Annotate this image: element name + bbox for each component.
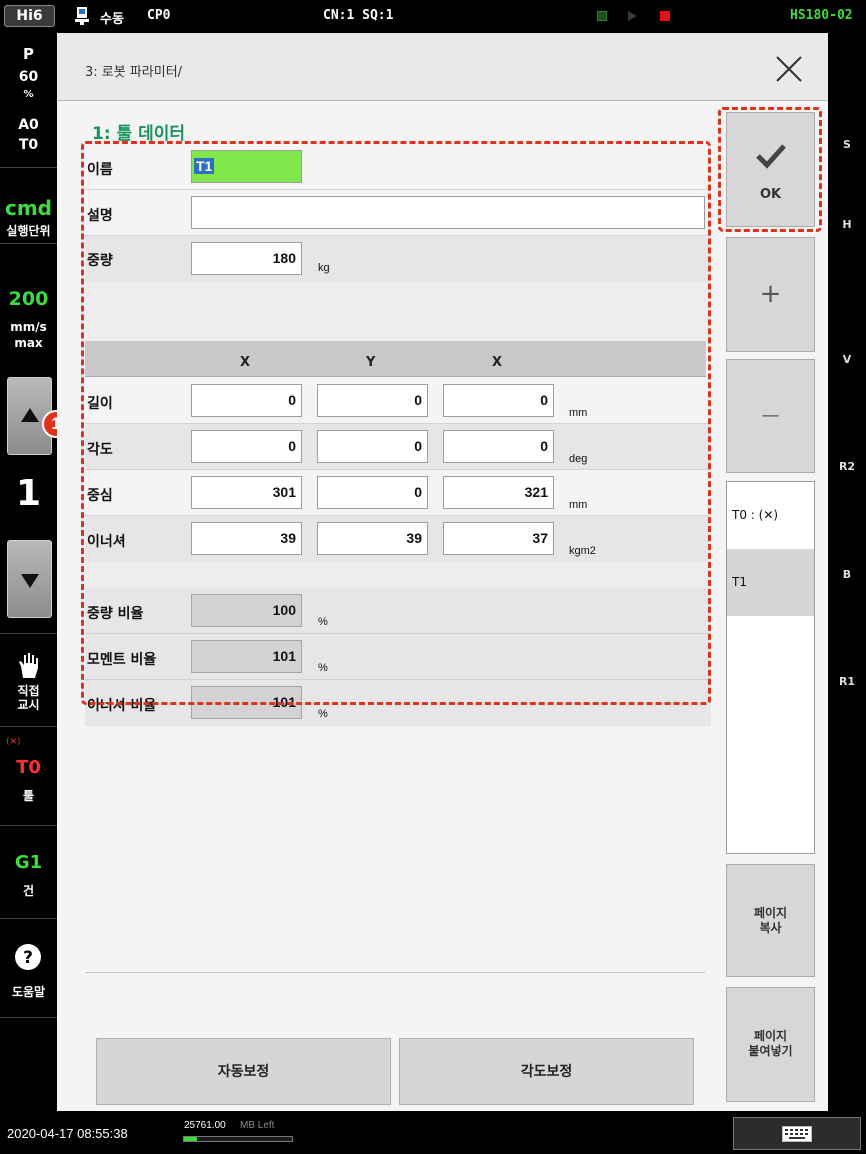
- page-paste-button[interactable]: 페이지 붙여넣기: [726, 987, 815, 1102]
- help-button[interactable]: ? 도움말: [0, 919, 57, 1017]
- run-lamp-icon: [597, 11, 607, 21]
- tool-data-dialog: 3: 로봇 파라미터/ 1: 툴 데이터 이름 T1 설명 중량 180 kg …: [57, 33, 856, 1111]
- disk-unit: MB Left: [240, 1120, 275, 1131]
- cn-sq-text: CN:1 SQ:1: [323, 8, 394, 23]
- bottom-status-bar: 2020-04-17 08:55:38 25761.00 MB Left: [0, 1111, 866, 1154]
- add-button[interactable]: +: [726, 237, 815, 352]
- svg-text:?: ?: [23, 948, 33, 968]
- speed-p: P: [23, 45, 34, 63]
- tool-list-item-t0[interactable]: T0 : (✕): [727, 482, 814, 549]
- robot-model: HS180-02: [790, 8, 853, 23]
- dialog-header: 3: 로봇 파라미터/: [57, 33, 828, 101]
- right-axis-rail: S H V R2 B R1: [828, 33, 866, 1121]
- hand-icon: [19, 653, 38, 678]
- auto-calibrate-button[interactable]: 자동보정: [96, 1038, 391, 1105]
- speed-percent-value: 60: [18, 69, 39, 85]
- tool-code: T0: [16, 757, 41, 778]
- cmd-label: cmd: [4, 196, 52, 220]
- status-bar: Hi6 수동 CP0 CN:1 SQ:1 HS180-02: [0, 0, 866, 33]
- gun-code: G1: [14, 852, 43, 873]
- keyboard-button[interactable]: [733, 1117, 861, 1150]
- tool-marker: (✕): [6, 737, 21, 747]
- help-label: 도움말: [11, 985, 46, 999]
- axis-r2[interactable]: R2: [828, 460, 866, 473]
- annotation-box-1: [81, 141, 711, 705]
- annotation-box-2: [718, 107, 822, 232]
- cmd-button[interactable]: cmd 실행단위: [0, 168, 57, 243]
- divider: [85, 972, 705, 973]
- teach-pendant-icon: [75, 7, 89, 25]
- tool-list-item-t1[interactable]: T1: [727, 549, 814, 616]
- gun-button[interactable]: G1 건: [0, 826, 57, 918]
- axis-v[interactable]: V: [828, 353, 866, 366]
- speed-percent-unit: %: [23, 89, 34, 100]
- mode-text: 수동: [100, 12, 124, 27]
- direct-teach-label: 직접 교시: [17, 684, 40, 712]
- keyboard-icon: [782, 1126, 812, 1142]
- step-down-button[interactable]: [7, 540, 52, 618]
- speed-unit: mm/s: [10, 320, 47, 334]
- stop-lamp-icon: [660, 11, 670, 21]
- axis-b[interactable]: B: [828, 568, 866, 581]
- tool-label: 툴: [22, 789, 35, 803]
- a0-label: A0: [18, 117, 39, 133]
- breadcrumb: 3: 로봇 파라미터/: [85, 65, 183, 80]
- gun-label: 건: [22, 884, 35, 898]
- play-icon: [628, 11, 637, 21]
- disk-free: 25761.00: [184, 1120, 226, 1131]
- remove-button[interactable]: —: [726, 359, 815, 473]
- help-icon: ?: [15, 944, 41, 970]
- left-rail: P 60 % A0 T0 cmd 실행단위 200 mm/s max 1 직접 …: [0, 33, 70, 1121]
- close-icon[interactable]: [771, 51, 807, 87]
- cp-text: CP0: [147, 8, 171, 23]
- step-number: 1: [15, 473, 42, 514]
- disk-usage-bar: [183, 1136, 293, 1142]
- speed-max: max: [14, 336, 43, 350]
- t0-label: T0: [18, 137, 39, 153]
- disk-usage-fill: [184, 1137, 197, 1141]
- speed-button[interactable]: 200 mm/s max: [0, 244, 57, 364]
- cmd-sub-label: 실행단위: [6, 224, 51, 238]
- tool-list[interactable]: T0 : (✕) T1: [726, 481, 815, 854]
- inertia-ratio-unit: %: [318, 708, 328, 720]
- speed-value: 200: [8, 288, 49, 310]
- axis-h[interactable]: H: [828, 218, 866, 231]
- axis-s[interactable]: S: [828, 138, 866, 151]
- tool-button[interactable]: (✕) T0 툴: [0, 727, 57, 825]
- datetime: 2020-04-17 08:55:38: [7, 1126, 128, 1141]
- angle-calibrate-button[interactable]: 각도보정: [399, 1038, 694, 1105]
- brand-logo: Hi6: [4, 5, 55, 27]
- axis-r1[interactable]: R1: [828, 675, 866, 688]
- triangle-down-icon: [21, 574, 39, 588]
- page-copy-button[interactable]: 페이지 복사: [726, 864, 815, 977]
- direct-teach-button[interactable]: 직접 교시: [0, 634, 57, 726]
- triangle-up-icon: [21, 408, 39, 422]
